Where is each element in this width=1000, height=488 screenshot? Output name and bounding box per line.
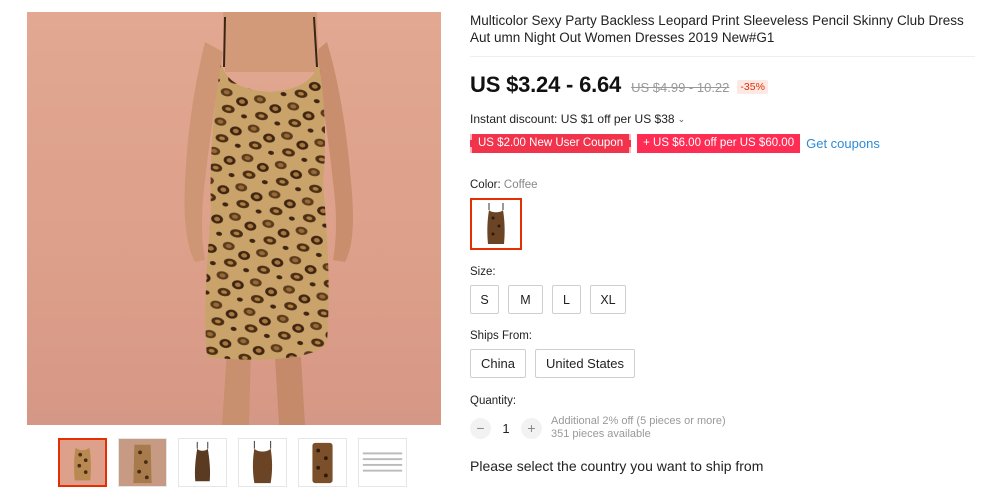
title-divider <box>470 56 975 57</box>
size-option-m[interactable]: M <box>508 285 543 314</box>
size-option-xl[interactable]: XL <box>590 285 626 314</box>
leopard-dress-thumb <box>60 440 105 485</box>
product-details: Multicolor Sexy Party Backless Leopard P… <box>470 12 980 474</box>
thumbnail-2[interactable] <box>118 438 167 487</box>
thumbnail-3[interactable] <box>178 438 227 487</box>
get-coupons-link[interactable]: Get coupons <box>806 136 880 151</box>
ship-country-prompt: Please select the country you want to sh… <box>470 458 764 474</box>
thumbnail-4[interactable] <box>238 438 287 487</box>
dress-detail-thumb <box>239 439 286 486</box>
thumbnail-6[interactable] <box>358 438 407 487</box>
quantity-info: Additional 2% off (5 pieces or more) 351… <box>551 415 726 441</box>
discount-badge: -35% <box>737 80 768 94</box>
color-label-text: Color: <box>470 179 501 191</box>
ships-from-united-states[interactable]: United States <box>534 349 636 378</box>
dress-back-thumb <box>119 439 166 486</box>
ships-from-label: Ships From: <box>470 330 532 342</box>
instant-discount[interactable]: Instant discount: US $1 off per US $38 ⌄ <box>470 112 980 126</box>
quantity-value[interactable]: 1 <box>491 421 521 436</box>
thumbnail-5[interactable] <box>298 438 347 487</box>
size-option-s[interactable]: S <box>470 285 499 314</box>
dress-swatch-icon <box>487 203 505 244</box>
fabric-close-up-thumb <box>299 439 346 486</box>
bulk-discount-note: Additional 2% off (5 pieces or more) <box>551 415 726 427</box>
quantity-stepper: − 1 + Additional 2% off (5 pieces or mor… <box>470 415 980 441</box>
quantity-label: Quantity: <box>470 395 517 407</box>
coupon-row: US $2.00 New User Coupon + US $6.00 off … <box>470 133 980 153</box>
price-row: US $3.24 - 6.64 US $4.99 - 10.22 -35% <box>470 72 980 100</box>
size-option-l[interactable]: L <box>552 285 581 314</box>
thumbnail-strip <box>58 438 407 487</box>
size-options: S M L XL <box>470 285 980 314</box>
increase-quantity-button[interactable]: + <box>521 417 542 439</box>
decrease-quantity-button[interactable]: − <box>470 417 491 439</box>
product-title: Multicolor Sexy Party Backless Leopard P… <box>470 13 964 45</box>
dress-front-thumb <box>179 439 226 486</box>
leopard-dress-photo <box>184 12 353 425</box>
main-product-image[interactable] <box>27 12 441 425</box>
color-label: Color: Coffee <box>470 179 980 191</box>
chevron-down-icon: ⌄ <box>677 113 686 124</box>
store-coupon[interactable]: + US $6.00 off per US $60.00 <box>637 133 801 153</box>
color-option-coffee[interactable] <box>470 198 522 250</box>
size-label: Size: <box>470 266 496 278</box>
ships-from-options: China United States <box>470 349 980 378</box>
product-price: US $3.24 - 6.64 <box>470 72 622 97</box>
new-user-coupon[interactable]: US $2.00 New User Coupon <box>470 133 632 153</box>
thumbnail-1[interactable] <box>58 438 107 487</box>
original-price: US $4.99 - 10.22 <box>631 80 730 95</box>
selected-color: Coffee <box>503 179 538 191</box>
size-chart-thumb <box>359 439 406 486</box>
instant-discount-text: Instant discount: US $1 off per US $38 <box>470 112 675 126</box>
ships-from-china[interactable]: China <box>470 349 526 378</box>
pieces-available: 351 pieces available <box>551 428 651 440</box>
